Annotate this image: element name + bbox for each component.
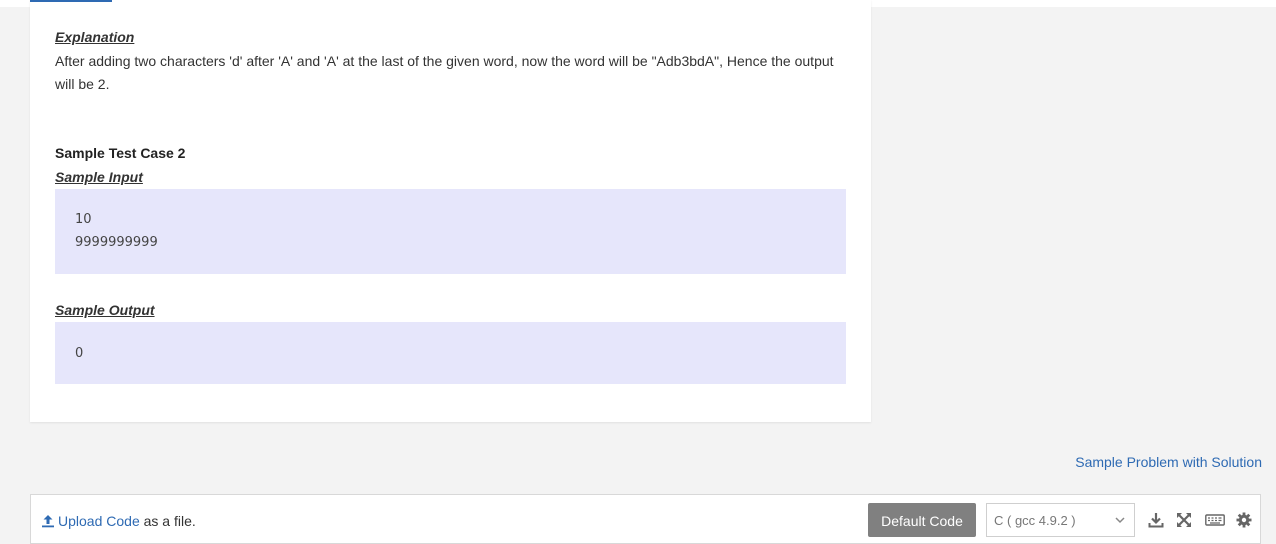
upload-code-link[interactable]: Upload Code [58, 513, 140, 529]
editor-toolbar: Upload Code as a file. Default Code C ( … [30, 494, 1261, 544]
upload-area: Upload Code as a file. [41, 513, 196, 529]
sample-input-line: 9999999999 [75, 235, 158, 250]
default-code-button[interactable]: Default Code [868, 503, 976, 537]
settings-icon[interactable] [1236, 512, 1252, 528]
explanation-heading: Explanation [55, 29, 135, 45]
active-tab-indicator [30, 0, 112, 2]
chevron-down-icon [1115, 517, 1125, 524]
explanation-text: After adding two characters 'd' after 'A… [55, 53, 834, 92]
sample-input-box: 10 9999999999 [55, 189, 846, 274]
problem-card: Explanation After adding two characters … [30, 0, 871, 422]
fullscreen-icon[interactable] [1176, 512, 1192, 528]
keyboard-icon[interactable] [1205, 512, 1225, 528]
download-icon[interactable] [1148, 512, 1164, 528]
sample-input-line: 10 [75, 212, 92, 227]
sample-output-box: 0 [55, 322, 846, 384]
sample-output-line: 0 [75, 346, 84, 361]
upload-suffix: as a file. [139, 513, 196, 529]
test-case-title: Sample Test Case 2 [55, 145, 186, 161]
sample-problem-link[interactable]: Sample Problem with Solution [1075, 454, 1262, 470]
language-select[interactable]: C ( gcc 4.9.2 ) [986, 503, 1135, 537]
language-select-value: C ( gcc 4.9.2 ) [994, 513, 1076, 528]
sample-output-label: Sample Output [55, 302, 155, 318]
sample-input-label: Sample Input [55, 169, 143, 185]
upload-icon[interactable] [41, 514, 55, 528]
